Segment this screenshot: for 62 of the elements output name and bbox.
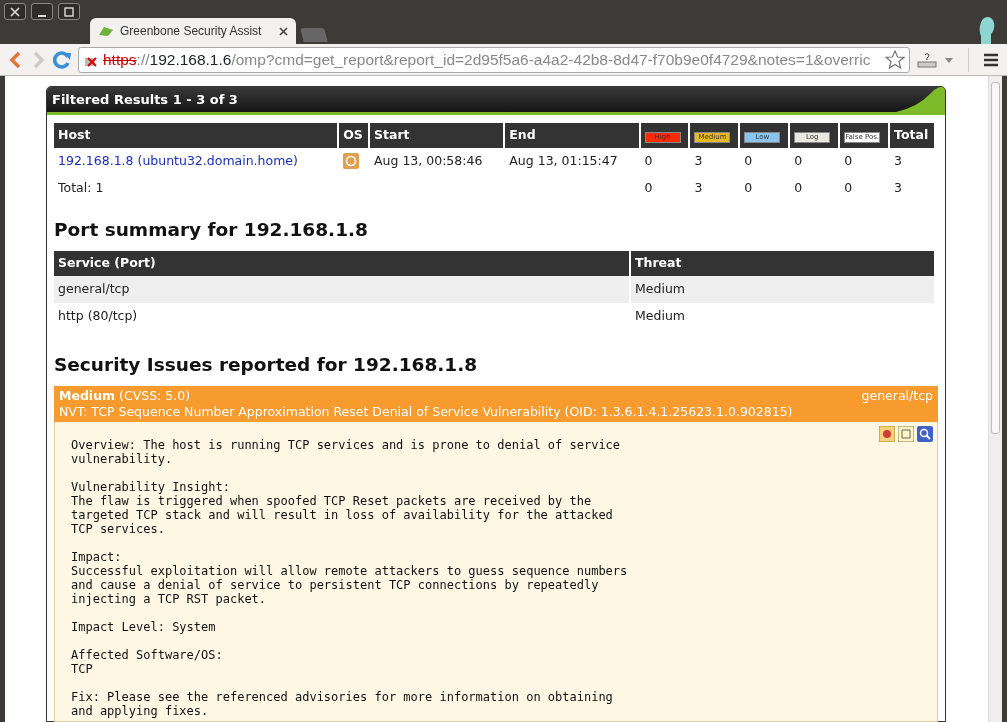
table-cell-text: 3 bbox=[693, 178, 704, 197]
address-field[interactable]: https://192.168.1.6/omp?cmd=get_report&report_id=2d95f5a6-a4a2-42b8-8d47-f70b9e0f4729&notes=1&overric bbox=[78, 46, 910, 73]
menu-icon bbox=[983, 52, 999, 67]
os-logo-icon bbox=[343, 153, 360, 170]
leaf-icon bbox=[98, 25, 114, 37]
table-cell-text: 0 bbox=[843, 151, 854, 170]
scrollbar[interactable] bbox=[988, 76, 1002, 722]
table-cell-text: 3 bbox=[893, 151, 903, 170]
url-text: https://192.168.1.6/omp?cmd=get_report&report_id=2d95f5a6-a4a2-42b8-8d47-f70b9e0f4729&notes=1&overric bbox=[103, 49, 871, 70]
column-header: Threat bbox=[631, 251, 934, 277]
issue-severity: Medium (CVSS: 5.0) bbox=[59, 387, 192, 404]
column-header: End bbox=[505, 123, 639, 148]
add-note-icon[interactable] bbox=[879, 425, 895, 442]
description-paragraph: Impact: Successful exploitation will allow remote attackers to guess sequence numbers and cause a denial of service to persistent TCP connections by repeatedly injecting a TCP RST packet. bbox=[71, 549, 628, 606]
table-cell-text: Aug 13, 01:15:47 bbox=[508, 151, 619, 170]
user-avatar-icon[interactable] bbox=[977, 14, 997, 44]
star-icon[interactable] bbox=[885, 50, 905, 69]
column-header: Host bbox=[54, 123, 338, 148]
table-cell-text: 0 bbox=[643, 151, 654, 170]
table-cell-text: 0 bbox=[643, 178, 654, 197]
column-header: Service (Port) bbox=[54, 251, 629, 277]
host-link[interactable]: 192.168.1.8 (ubuntu32.domain.home) bbox=[58, 152, 298, 168]
close-icon bbox=[10, 6, 20, 17]
browser-tab[interactable]: Greenbone Security Assist bbox=[90, 18, 296, 44]
description-paragraph: Overview: The host is running TCP services and is prone to denial of service vulnerability. bbox=[71, 437, 621, 466]
table-cell-text: Aug 13, 00:58:46 bbox=[373, 151, 484, 170]
section-heading: Security Issues reported for 192.168.1.8 bbox=[54, 353, 479, 376]
table-cell-text: 0 bbox=[743, 151, 754, 170]
override-icon[interactable] bbox=[898, 425, 914, 442]
details-icon[interactable] bbox=[917, 425, 933, 442]
description-paragraph: Impact Level: System bbox=[71, 619, 216, 634]
close-icon[interactable] bbox=[279, 26, 288, 36]
table-cell-text: 3 bbox=[693, 151, 704, 170]
download-status-icon[interactable] bbox=[916, 50, 938, 69]
reload-icon bbox=[52, 49, 72, 70]
description-paragraph: Affected Software/OS: TCP bbox=[71, 647, 223, 676]
column-header: Total bbox=[890, 123, 934, 148]
section-heading: Port summary for 192.168.1.8 bbox=[54, 219, 369, 242]
description-paragraph: Fix: Please see the referenced advisories for more information on obtaining and applying fixes. bbox=[71, 689, 613, 718]
minimize-button[interactable] bbox=[31, 3, 53, 20]
column-header: OS bbox=[339, 123, 368, 148]
column-header: Start bbox=[370, 123, 504, 148]
table-cell-text: 0 bbox=[793, 151, 804, 170]
dropdown-arrow-icon[interactable] bbox=[944, 55, 954, 64]
table-cell-text: 0 bbox=[843, 178, 854, 197]
scrollbar-thumb[interactable] bbox=[991, 82, 1000, 434]
issue-port: general/tcp bbox=[861, 387, 933, 405]
table-cell-text: Total: 1 bbox=[57, 178, 105, 197]
reload-button[interactable] bbox=[52, 49, 72, 70]
panel-title: Filtered Results 1 - 3 of 3 bbox=[52, 90, 238, 109]
minimize-icon bbox=[37, 14, 47, 17]
table-cell-text: 0 bbox=[743, 178, 754, 197]
menu-button[interactable] bbox=[983, 52, 999, 67]
table-row[interactable]: http (80/tcp) Medium bbox=[54, 302, 934, 330]
nvt-title: NVT: TCP Sequence Number Approximation Reset Denial of Service Vulnerability (OID: 1.3.6.1.4.1.25623.1.0.902815) bbox=[59, 403, 793, 420]
close-button[interactable] bbox=[4, 3, 26, 20]
table-cell-text: 3 bbox=[893, 178, 903, 197]
table-cell-text: 0 bbox=[793, 178, 804, 197]
maximize-icon bbox=[64, 6, 74, 17]
description-paragraph: Vulnerability Insight: The flaw is triggered when spoofed TCP Reset packets are received by the targeted TCP stack and will result in loss of availability for the attacked TCP services. bbox=[71, 479, 613, 536]
tab-title: Greenbone Security Assist bbox=[120, 23, 263, 40]
maximize-button[interactable] bbox=[58, 3, 80, 20]
